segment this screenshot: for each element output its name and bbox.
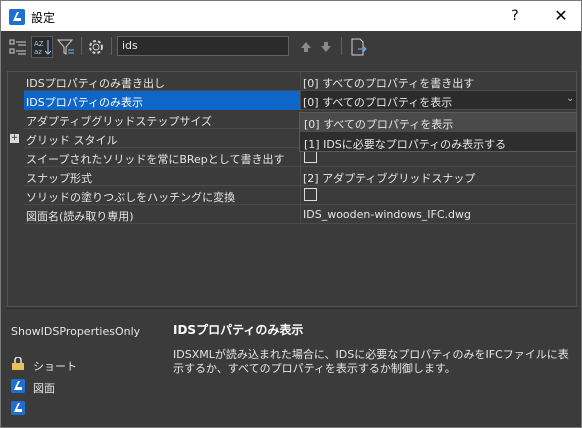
value-dropdown-list: [0] すべてのプロパティを表示 [1] IDSに必要なプロパティのみ表示する xyxy=(299,112,577,152)
alphabetical-icon[interactable]: AZ az xyxy=(31,36,53,58)
property-name: 図面名(読み取り専用) xyxy=(26,210,134,223)
expand-icon[interactable]: + xyxy=(10,134,19,143)
property-name: アダプティブグリッドステップサイズ xyxy=(26,115,213,128)
property-row-selected[interactable]: IDSプロパティのみ表示 [0] すべてのプロパティを表示 ⌄ xyxy=(24,91,576,110)
property-row[interactable]: ソリッドの塗りつぶしをハッチングに変換 xyxy=(24,186,576,205)
description-title: IDSプロパティのみ表示 xyxy=(173,323,304,337)
move-down-icon[interactable] xyxy=(315,36,337,58)
property-value[interactable]: [0] すべてのプロパティを書き出す xyxy=(303,75,474,91)
sidebar-item-label: ショート xyxy=(33,360,77,373)
app-icon xyxy=(9,9,25,25)
gear-icon[interactable] xyxy=(85,36,107,58)
svg-text:AZ: AZ xyxy=(34,40,44,48)
property-checkbox[interactable] xyxy=(304,188,317,201)
property-name: スナップ形式 xyxy=(26,172,92,185)
property-value[interactable]: [2] アダプティブグリッドスナップ xyxy=(303,170,475,186)
search-input[interactable]: ids xyxy=(117,36,289,56)
settings-dialog: AZ az ids IDSプロパティのみ書き出し [0] すべてのプロパティを書… xyxy=(0,31,582,428)
property-value: IDS_wooden-windows_IFC.dwg xyxy=(303,208,472,221)
toolbar: AZ az ids xyxy=(1,31,581,61)
shortcut-icon xyxy=(11,356,25,371)
export-icon[interactable] xyxy=(347,36,369,58)
property-value-combobox[interactable]: [0] すべてのプロパティを表示 xyxy=(303,94,452,110)
property-row[interactable]: IDSプロパティのみ書き出し [0] すべてのプロパティを書き出す xyxy=(24,72,576,91)
filter-icon[interactable] xyxy=(55,36,77,58)
app-icon xyxy=(11,401,25,415)
close-button[interactable]: ✕ xyxy=(549,6,573,26)
dropdown-option[interactable]: [1] IDSに必要なプロパティのみ表示する xyxy=(300,133,576,152)
title-bar: 設定 ? ✕ xyxy=(0,0,582,31)
property-grid: IDSプロパティのみ書き出し [0] すべてのプロパティを書き出す IDSプロパ… xyxy=(7,71,577,307)
toolbar-separator xyxy=(341,37,342,55)
grid-gutter xyxy=(8,72,24,306)
property-key: ShowIDSPropertiesOnly xyxy=(11,325,141,338)
toolbar-separator xyxy=(81,37,82,55)
property-row[interactable]: 図面名(読み取り専用) IDS_wooden-windows_IFC.dwg xyxy=(24,205,576,224)
property-name: IDSプロパティのみ書き出し xyxy=(26,77,166,90)
property-row[interactable]: スナップ形式 [2] アダプティブグリッドスナップ xyxy=(24,167,576,186)
property-name: グリッド スタイル xyxy=(26,134,118,147)
description-panel: ShowIDSPropertiesOnly IDSプロパティのみ表示 IDSXM… xyxy=(1,311,581,427)
svg-text:az: az xyxy=(34,48,42,56)
drawing-icon xyxy=(11,379,25,393)
help-button[interactable]: ? xyxy=(503,6,527,26)
move-up-icon[interactable] xyxy=(295,36,317,58)
categorized-icon[interactable] xyxy=(7,36,29,58)
toolbar-separator xyxy=(111,37,112,55)
window-title: 設定 xyxy=(31,11,56,25)
panel-divider[interactable] xyxy=(7,308,577,309)
property-name: IDSプロパティのみ表示 xyxy=(26,96,144,109)
chevron-down-icon[interactable]: ⌄ xyxy=(566,93,574,104)
dropdown-option[interactable]: [0] すべてのプロパティを表示 xyxy=(300,113,576,132)
sidebar-item-label: 図面 xyxy=(33,382,55,395)
property-name: スイープされたソリッドを常にBRepとして書き出す xyxy=(26,153,285,166)
description-text: IDSXMLが読み込まれた場合に、IDSに必要なプロパティのみをIFCファイルに… xyxy=(173,348,569,375)
property-name: ソリッドの塗りつぶしをハッチングに変換 xyxy=(26,191,236,204)
